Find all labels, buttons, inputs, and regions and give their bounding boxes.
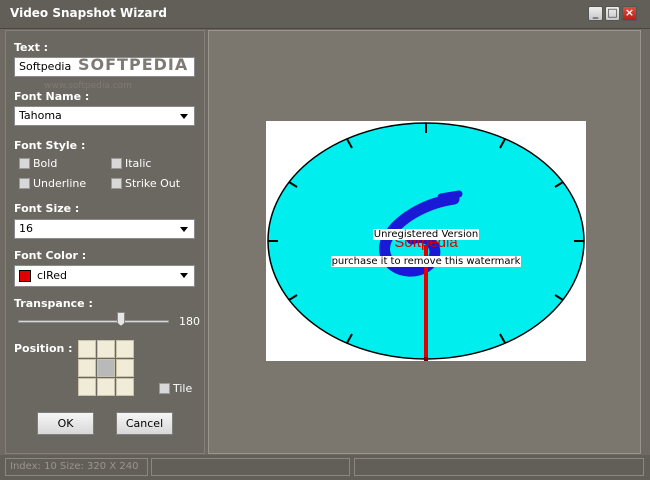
- snapshot-preview: Softpedia Unregistered Version purchase …: [266, 121, 586, 361]
- watermark-line2-row: purchase it to remove this watermark: [266, 254, 586, 267]
- position-bottom-center[interactable]: [97, 378, 115, 396]
- transparence-value: 180: [179, 315, 200, 328]
- watermark-line2: purchase it to remove this watermark: [330, 256, 522, 267]
- settings-panel: Text : Softpedia SOFTPEDIA www.softpedia…: [5, 30, 205, 454]
- watermark-line1-row: Unregistered Version: [266, 227, 586, 240]
- title-bar: Video Snapshot Wizard _ □ ×: [0, 0, 650, 29]
- status-panel-2: [151, 458, 350, 476]
- cancel-button[interactable]: Cancel: [116, 412, 173, 435]
- status-info: Index: 10 Size: 320 X 240: [5, 458, 148, 476]
- position-grid: [78, 340, 135, 397]
- font-style-label: Font Style :: [14, 139, 86, 152]
- watermark-brand: SOFTPEDIA: [78, 55, 189, 74]
- watermark-line1: Unregistered Version: [372, 229, 480, 240]
- clock-face-image: Softpedia: [267, 122, 585, 361]
- color-swatch: [19, 270, 31, 282]
- underline-label: Underline: [33, 177, 87, 190]
- text-label: Text :: [14, 41, 49, 54]
- tile-label: Tile: [173, 382, 193, 395]
- status-bar: Index: 10 Size: 320 X 240: [0, 455, 650, 480]
- position-top-center[interactable]: [97, 340, 115, 358]
- close-icon: ×: [624, 6, 635, 19]
- italic-checkbox[interactable]: [111, 158, 122, 169]
- ok-button[interactable]: OK: [37, 412, 94, 435]
- position-top-right[interactable]: [116, 340, 134, 358]
- font-size-select[interactable]: 16: [14, 219, 195, 239]
- position-middle-left[interactable]: [78, 359, 96, 377]
- preview-panel: Softpedia Unregistered Version purchase …: [208, 30, 641, 454]
- font-name-select[interactable]: Tahoma: [14, 106, 195, 126]
- bold-label: Bold: [33, 157, 58, 170]
- position-label: Position :: [14, 342, 73, 355]
- font-size-label: Font Size :: [14, 202, 80, 215]
- font-color-value: clRed: [37, 269, 68, 282]
- strikeout-label: Strike Out: [125, 177, 181, 190]
- maximize-icon: □: [607, 6, 618, 19]
- position-bottom-left[interactable]: [78, 378, 96, 396]
- maximize-button[interactable]: □: [605, 6, 620, 21]
- transparence-slider-track[interactable]: [18, 320, 169, 323]
- status-panel-3: [354, 458, 644, 476]
- position-bottom-right[interactable]: [116, 378, 134, 396]
- transparence-slider-thumb[interactable]: [117, 312, 125, 326]
- position-middle-right[interactable]: [116, 359, 134, 377]
- window-title: Video Snapshot Wizard: [10, 6, 167, 20]
- transparence-label: Transpance :: [14, 297, 93, 310]
- bold-checkbox[interactable]: [19, 158, 30, 169]
- minimize-icon: _: [592, 6, 599, 19]
- font-color-label: Font Color :: [14, 249, 87, 262]
- font-color-select[interactable]: clRed: [14, 265, 195, 287]
- strikeout-checkbox[interactable]: [111, 178, 122, 189]
- position-top-left[interactable]: [78, 340, 96, 358]
- font-name-label: Font Name :: [14, 90, 90, 103]
- italic-label: Italic: [125, 157, 152, 170]
- minimize-button[interactable]: _: [588, 6, 603, 21]
- tile-checkbox[interactable]: [159, 383, 170, 394]
- underline-checkbox[interactable]: [19, 178, 30, 189]
- position-center[interactable]: [97, 359, 115, 377]
- close-button[interactable]: ×: [622, 6, 637, 21]
